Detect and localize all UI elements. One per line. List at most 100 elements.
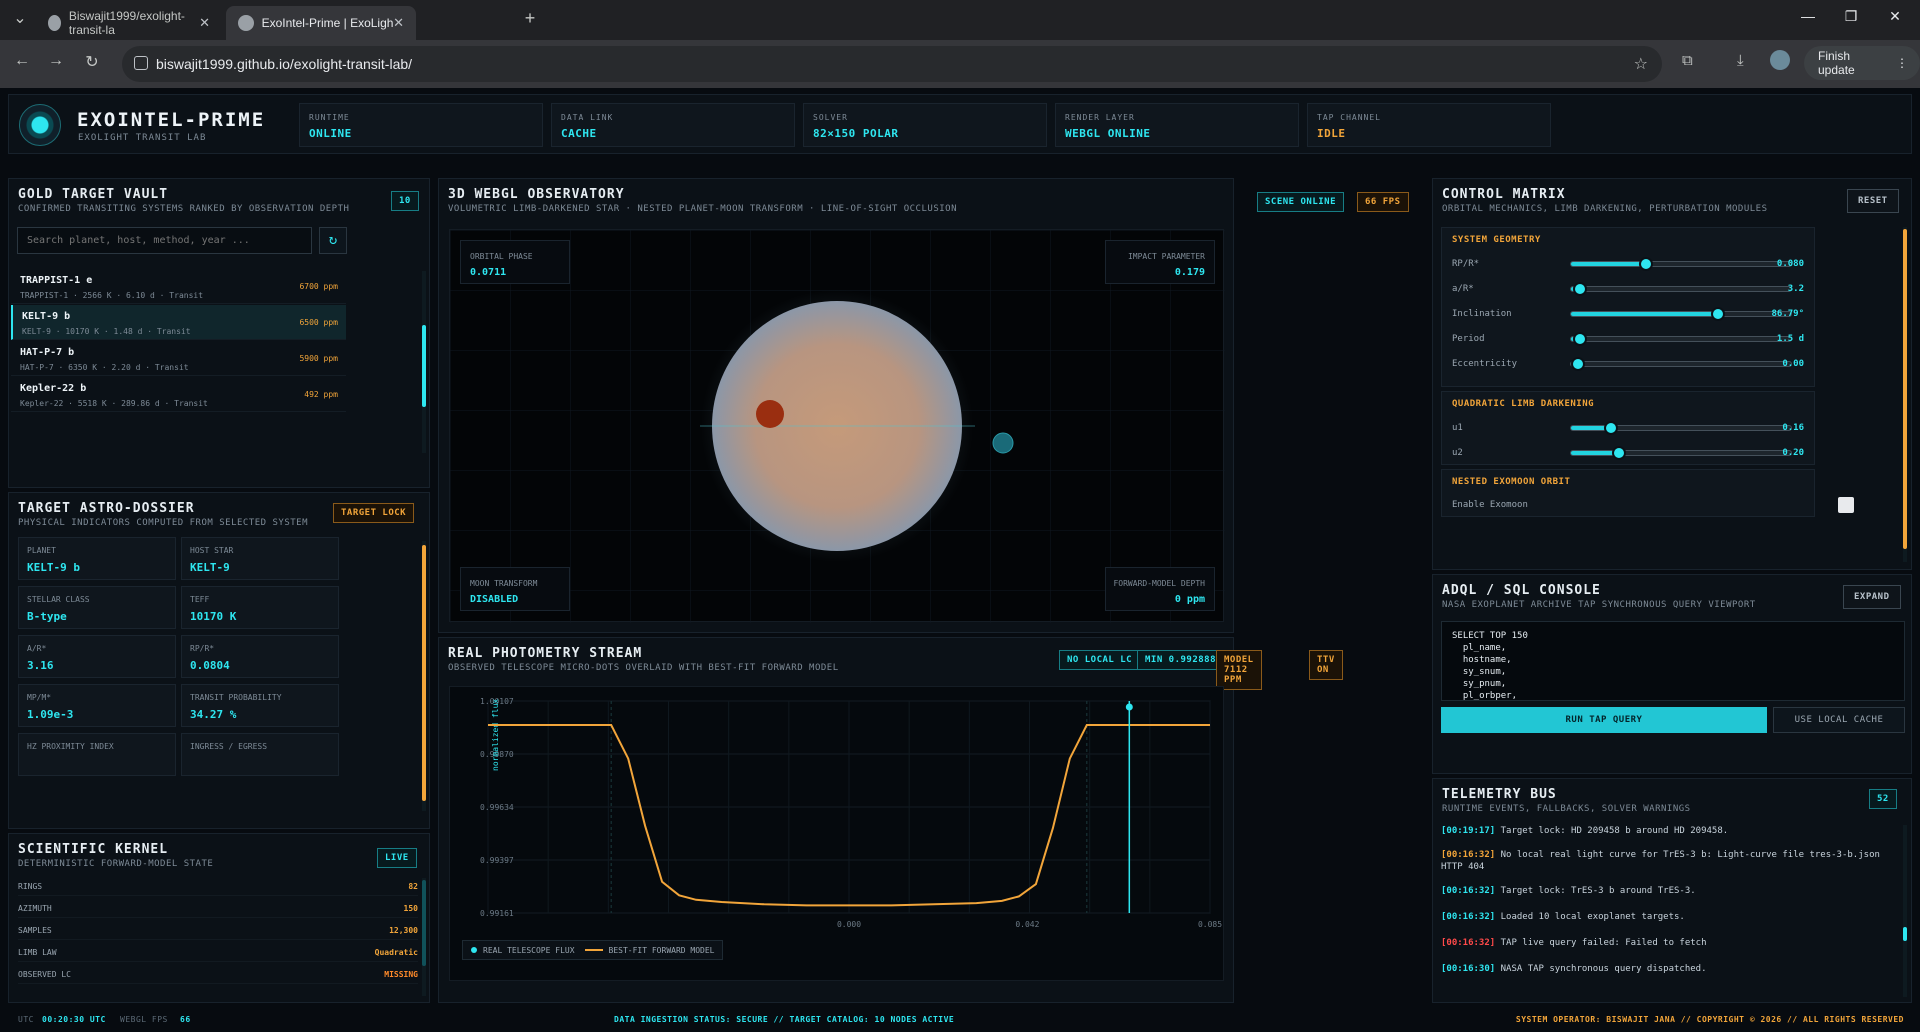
- globe-icon: [238, 15, 254, 31]
- new-tab-icon[interactable]: +: [518, 8, 542, 29]
- panel-subtitle: ORBITAL MECHANICS, LIMB DARKENING, PERTU…: [1442, 204, 1768, 214]
- slider-track[interactable]: [1570, 332, 1792, 346]
- tab-github[interactable]: Biswajit1999/exolight-transit-la ✕: [36, 6, 222, 40]
- use-local-cache-button[interactable]: USE LOCAL CACHE: [1773, 707, 1905, 733]
- slider-row: a/R* 3.2: [1442, 277, 1814, 301]
- target-row[interactable]: TRAPPIST-1 e TRAPPIST-1 · 2566 K · 6.10 d…: [11, 269, 346, 304]
- slider-track[interactable]: [1570, 257, 1792, 271]
- dossier-value: B-type: [27, 610, 67, 623]
- address-bar[interactable]: biswajit1999.github.io/exolight-transit-…: [122, 46, 1662, 82]
- target-row[interactable]: 55 Cnc e: [11, 413, 346, 419]
- slider-thumb[interactable]: [1711, 307, 1726, 321]
- overlay-label: IMPACT PARAMETER: [1127, 252, 1205, 261]
- target-list[interactable]: TRAPPIST-1 e TRAPPIST-1 · 2566 K · 6.10 d…: [10, 269, 348, 419]
- slider-thumb[interactable]: [1572, 332, 1587, 346]
- profile-avatar[interactable]: [1770, 50, 1790, 70]
- scroll-thumb[interactable]: [422, 325, 426, 407]
- slider-thumb[interactable]: [1603, 421, 1618, 435]
- photometry-badge: TTV ON: [1309, 650, 1343, 680]
- close-icon[interactable]: ✕: [199, 15, 210, 31]
- minimize-icon[interactable]: —: [1793, 8, 1823, 24]
- kernel-row: SAMPLES 12,300: [18, 922, 418, 940]
- impact-parameter-overlay: IMPACT PARAMETER 0.179: [1105, 240, 1215, 284]
- log-text: Target lock: HD 209458 b around HD 20945…: [1500, 826, 1729, 836]
- slider-thumb[interactable]: [1612, 446, 1627, 460]
- y-axis-label: normalized flux: [491, 699, 500, 771]
- tab-exointel[interactable]: ExoIntel-Prime | ExoLight Transi ✕: [226, 6, 416, 40]
- status-value: ONLINE: [309, 127, 352, 140]
- target-row[interactable]: KELT-9 b KELT-9 · 10170 K · 1.48 d · Tran…: [11, 305, 346, 340]
- control-matrix-panel: CONTROL MATRIX ORBITAL MECHANICS, LIMB D…: [1432, 178, 1912, 570]
- slider-thumb[interactable]: [1570, 357, 1585, 371]
- reset-button[interactable]: RESET: [1847, 189, 1899, 213]
- log-text: Target lock: TrES-3 b around TrES-3.: [1500, 886, 1696, 896]
- expand-button[interactable]: EXPAND: [1843, 585, 1901, 609]
- status-card: TAP CHANNEL IDLE: [1307, 103, 1551, 147]
- forward-icon[interactable]: →: [44, 52, 68, 70]
- slider-fill: [1571, 312, 1719, 316]
- kernel-scrollbar[interactable]: [422, 878, 426, 996]
- exomoon-checkbox[interactable]: [1838, 497, 1854, 513]
- controls-scrollbar[interactable]: [1903, 227, 1907, 562]
- tab-search-icon[interactable]: ⌄: [8, 8, 32, 28]
- star-scene: [450, 230, 1225, 623]
- run-tap-query-button[interactable]: RUN TAP QUERY: [1441, 707, 1767, 733]
- bookmark-star-icon[interactable]: ☆: [1634, 54, 1648, 74]
- panel-title: REAL PHOTOMETRY STREAM: [448, 646, 643, 661]
- panel-subtitle: NASA EXOPLANET ARCHIVE TAP SYNCHRONOUS Q…: [1442, 600, 1756, 610]
- target-row[interactable]: HAT-P-7 b HAT-P-7 · 6350 K · 2.20 d · Tra…: [11, 341, 346, 376]
- dossier-value: 0.0804: [190, 659, 230, 672]
- slider-track[interactable]: [1570, 421, 1792, 435]
- sql-query-editor[interactable]: SELECT TOP 150 pl_name, hostname, sy_snu…: [1441, 621, 1905, 701]
- status-value: 82×150 POLAR: [813, 127, 899, 140]
- utc-clock: 00:20:30 UTC: [42, 1015, 106, 1024]
- slider-row: u1 0.16: [1442, 416, 1814, 440]
- dossier-cell: HZ PROXIMITY INDEX: [18, 733, 176, 776]
- scroll-thumb[interactable]: [1903, 927, 1907, 941]
- extensions-icon[interactable]: ⧉: [1682, 52, 1693, 69]
- slider-track[interactable]: [1570, 357, 1792, 371]
- close-icon[interactable]: ✕: [393, 15, 404, 31]
- chart-legend: REAL TELESCOPE FLUX BEST-FIT FORWARD MOD…: [462, 940, 724, 960]
- back-icon[interactable]: ←: [10, 52, 34, 70]
- telemetry-scrollbar[interactable]: [1903, 825, 1907, 997]
- target-meta: HAT-P-7 · 6350 K · 2.20 d · Transit: [20, 363, 189, 372]
- dossier-label: INGRESS / EGRESS: [190, 742, 268, 751]
- target-row[interactable]: Kepler-22 b Kepler-22 · 5518 K · 289.86 d…: [11, 377, 346, 412]
- site-info-icon[interactable]: [134, 56, 148, 70]
- group-title: QUADRATIC LIMB DARKENING: [1452, 399, 1595, 409]
- slider-track[interactable]: [1570, 282, 1792, 296]
- slider-track[interactable]: [1570, 307, 1792, 321]
- webgl-canvas[interactable]: ORBITAL PHASE 0.0711 IMPACT PARAMETER 0.…: [449, 229, 1225, 623]
- slider-track[interactable]: [1570, 446, 1792, 460]
- scroll-thumb[interactable]: [422, 545, 426, 801]
- y-tick-label: 0.99161: [480, 909, 514, 918]
- dossier-scrollbar[interactable]: [422, 541, 426, 811]
- slider-thumb[interactable]: [1638, 257, 1653, 271]
- overlay-label: ORBITAL PHASE: [470, 252, 533, 261]
- slider-fill: [1571, 262, 1646, 266]
- slider-thumb[interactable]: [1572, 282, 1587, 296]
- finish-update-button[interactable]: Finish update ⋮: [1804, 46, 1920, 80]
- restore-icon[interactable]: ❐: [1836, 8, 1866, 25]
- scroll-thumb[interactable]: [1903, 229, 1907, 549]
- log-time: [00:16:32]: [1441, 912, 1496, 922]
- planet-disc[interactable]: [756, 400, 784, 428]
- vault-scrollbar[interactable]: [422, 271, 426, 453]
- kernel-value: 82: [408, 882, 418, 891]
- reload-icon[interactable]: ↻: [80, 52, 104, 72]
- scroll-thumb[interactable]: [422, 880, 426, 966]
- download-icon[interactable]: ⤓: [1737, 52, 1744, 69]
- moon-disc[interactable]: [992, 432, 1014, 454]
- tab-label: ExoIntel-Prime | ExoLight Transi: [261, 16, 394, 30]
- target-meta: KELT-9 · 10170 K · 1.48 d · Transit: [22, 327, 191, 336]
- target-depth: 5900 ppm: [299, 354, 338, 363]
- menu-kebab-icon[interactable]: ⋮: [1896, 56, 1908, 70]
- search-input[interactable]: [17, 227, 312, 254]
- window-close-icon[interactable]: ✕: [1880, 8, 1910, 25]
- target-depth: 492 ppm: [304, 390, 338, 399]
- kernel-label: OBSERVED LC: [18, 970, 71, 979]
- refresh-button[interactable]: ↻: [319, 227, 347, 254]
- fps-badge: 66 FPS: [1357, 192, 1409, 212]
- light-curve-chart[interactable]: 1.00107 0.99870 0.99634 0.99397 0.99161 0.000…: [449, 686, 1224, 981]
